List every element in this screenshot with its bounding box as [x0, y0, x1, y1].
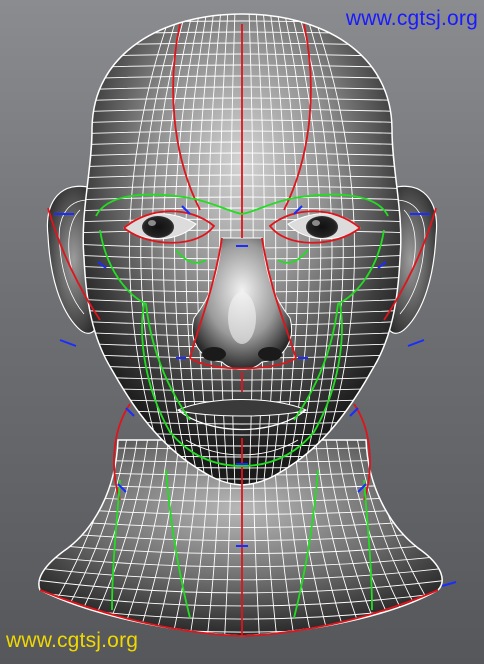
- head-model-render[interactable]: [0, 0, 484, 664]
- 3d-viewport[interactable]: www.cgtsj.org www.cgtsj.org: [0, 0, 484, 664]
- watermark-top: www.cgtsj.org: [345, 7, 478, 30]
- watermark-bottom: www.cgtsj.org: [6, 629, 139, 652]
